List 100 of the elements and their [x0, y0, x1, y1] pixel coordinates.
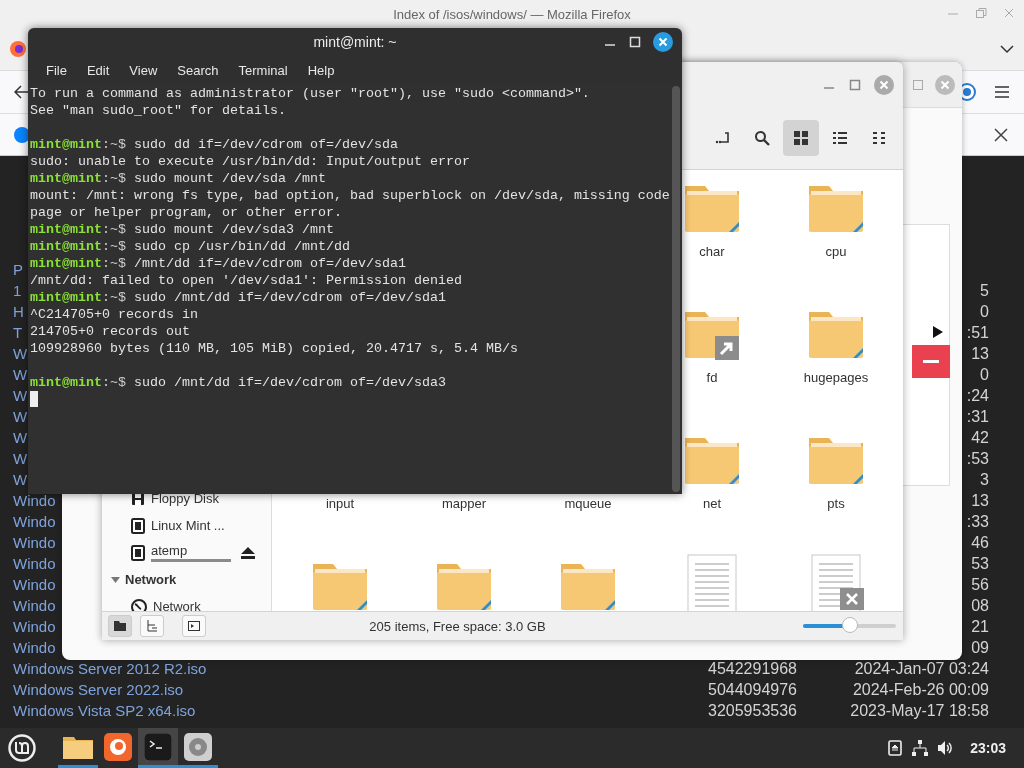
file-link[interactable]: Windows Vista SP2 x64.iso — [13, 700, 196, 721]
file-name[interactable]: net — [702, 496, 722, 512]
eject-button[interactable] — [241, 546, 255, 559]
mint-logo-icon — [8, 734, 36, 762]
file-name[interactable]: cpu — [825, 244, 847, 260]
file-date: 53 — [971, 554, 989, 574]
window-title: Index of /isos/windows/ — Mozilla Firefox — [393, 6, 631, 22]
sidebar-item[interactable]: atemp — [151, 543, 231, 558]
back-arrow-icon[interactable] — [14, 85, 30, 99]
drive-icon — [131, 517, 145, 534]
file-date: 2024-Feb-26 00:09 — [852, 680, 989, 700]
close-icon — [846, 593, 858, 605]
close-overlay-button[interactable] — [840, 588, 864, 610]
file-link[interactable]: Windo — [13, 637, 56, 658]
file-date: :51 — [966, 323, 989, 343]
file-link[interactable]: Windo — [13, 574, 56, 595]
clock[interactable]: 23:03 — [970, 740, 1006, 756]
file-link[interactable]: P — [13, 259, 23, 280]
file-link[interactable]: Windo — [13, 595, 56, 616]
sidebar-item[interactable]: Linux Mint ... — [151, 518, 225, 533]
folder-icon — [63, 734, 93, 759]
window-title: mint@mint: ~ — [313, 34, 397, 50]
globe-icon — [131, 598, 147, 611]
file-date: 46 — [971, 533, 989, 553]
file-link[interactable]: H — [13, 301, 24, 322]
eject-icon — [241, 546, 255, 559]
play-icon[interactable] — [933, 326, 943, 338]
terminal-output-line: /mnt/dd: failed to open '/dev/sda1': Permission denied — [30, 272, 463, 289]
file-name[interactable]: pts — [827, 496, 845, 512]
compact-view-icon — [872, 131, 886, 145]
file-size: 3205953536 — [708, 701, 797, 721]
terminal-command-line: mint@mint:~$ sudo cp /usr/bin/dd /mnt/dd — [30, 238, 351, 255]
terminal-output-line: ^C214705+0 records in — [30, 306, 199, 323]
view-mode-button[interactable] — [783, 120, 819, 156]
sidebar-item[interactable]: Network — [153, 599, 201, 611]
menu-item[interactable]: File — [36, 62, 77, 78]
file-link[interactable]: W — [13, 364, 28, 385]
file-link[interactable]: Windo — [13, 553, 56, 574]
terminal-output-line: sudo: unable to execute /usr/bin/dd: Input/output error — [30, 153, 471, 170]
menu-item[interactable]: Search — [167, 62, 229, 78]
file-date: 13 — [971, 491, 989, 511]
file-date: 5 — [980, 281, 989, 301]
terminal-command-line: mint@mint:~$ sudo /mnt/dd if=/dev/cdrom of=/dev/sda1 — [30, 289, 447, 306]
file-link[interactable]: Windows Server 2012 R2.iso — [13, 658, 207, 679]
file-name[interactable]: mapper — [441, 496, 487, 512]
file-date: 13 — [971, 344, 989, 364]
file-name[interactable]: input — [325, 496, 355, 512]
file-link[interactable]: W — [13, 469, 28, 490]
file-date: :31 — [966, 407, 989, 427]
scrollbar[interactable] — [672, 86, 680, 492]
file-name[interactable]: char — [699, 244, 725, 260]
terminal-command-line: mint@mint:~$ sudo dd if=/dev/cdrom of=/dev/sda — [30, 136, 399, 153]
menu-item[interactable]: View — [119, 62, 168, 78]
terminal-icon — [144, 732, 172, 761]
file-name[interactable]: fd — [706, 370, 718, 386]
places-pane-button[interactable] — [108, 615, 132, 637]
firefox-logo-icon[interactable] — [10, 41, 26, 57]
menu-item[interactable]: Terminal — [228, 62, 298, 78]
removable-drive-icon[interactable] — [888, 740, 903, 756]
text-cursor — [30, 391, 38, 407]
file-date: :33 — [966, 512, 989, 532]
network-icon[interactable] — [912, 740, 929, 756]
file-link[interactable]: W — [13, 385, 28, 406]
file-link[interactable]: 1 — [13, 280, 22, 301]
chevron-down-icon[interactable] — [1000, 44, 1014, 54]
menu-item[interactable]: Help — [297, 62, 345, 78]
info-icon — [14, 126, 30, 143]
file-link[interactable]: W — [13, 427, 28, 448]
close-icon[interactable] — [653, 32, 673, 52]
file-link[interactable]: T — [13, 322, 23, 343]
file-link[interactable]: W — [13, 406, 28, 427]
tree-pane-button[interactable] — [140, 615, 164, 637]
terminal-command-line: mint@mint:~$ /mnt/dd if=/dev/cdrom of=/dev/sda1 — [30, 255, 407, 272]
file-link[interactable]: Windows Server 2022.iso — [13, 679, 184, 700]
file-link[interactable]: Windo — [13, 616, 56, 637]
file-link[interactable]: Windo — [13, 532, 56, 553]
file-name[interactable]: hugepages — [803, 370, 869, 386]
menu-item[interactable]: Edit — [76, 62, 120, 78]
sidebar-item[interactable]: Floppy Disk — [151, 491, 219, 506]
file-link[interactable]: Windo — [13, 511, 56, 532]
sidebar-toggle-button[interactable] — [182, 615, 206, 637]
volume-icon[interactable] — [938, 741, 955, 755]
maximize-icon[interactable] — [628, 35, 642, 49]
file-date: 2024-Jan-07 03:24 — [854, 659, 989, 679]
tree-icon — [146, 620, 158, 632]
file-name[interactable]: mqueue — [564, 496, 612, 512]
file-link[interactable]: Windo — [13, 490, 56, 511]
remove-button[interactable] — [912, 345, 950, 378]
file-link[interactable]: W — [13, 448, 28, 469]
status-text: 205 items, Free space: 3.0 GB — [368, 618, 547, 634]
grid-view-icon — [793, 130, 809, 146]
close-icon[interactable] — [994, 127, 1008, 142]
file-link[interactable]: W — [13, 343, 28, 364]
search-icon — [754, 130, 770, 146]
file-date: :53 — [966, 449, 989, 469]
file-date: 0 — [980, 365, 989, 385]
file-date: 42 — [971, 428, 989, 448]
menu-icon[interactable] — [994, 85, 1010, 99]
terminal-output-line: See "man sudo_root" for details. — [30, 102, 287, 119]
expanded-triangle-icon[interactable] — [111, 575, 120, 584]
